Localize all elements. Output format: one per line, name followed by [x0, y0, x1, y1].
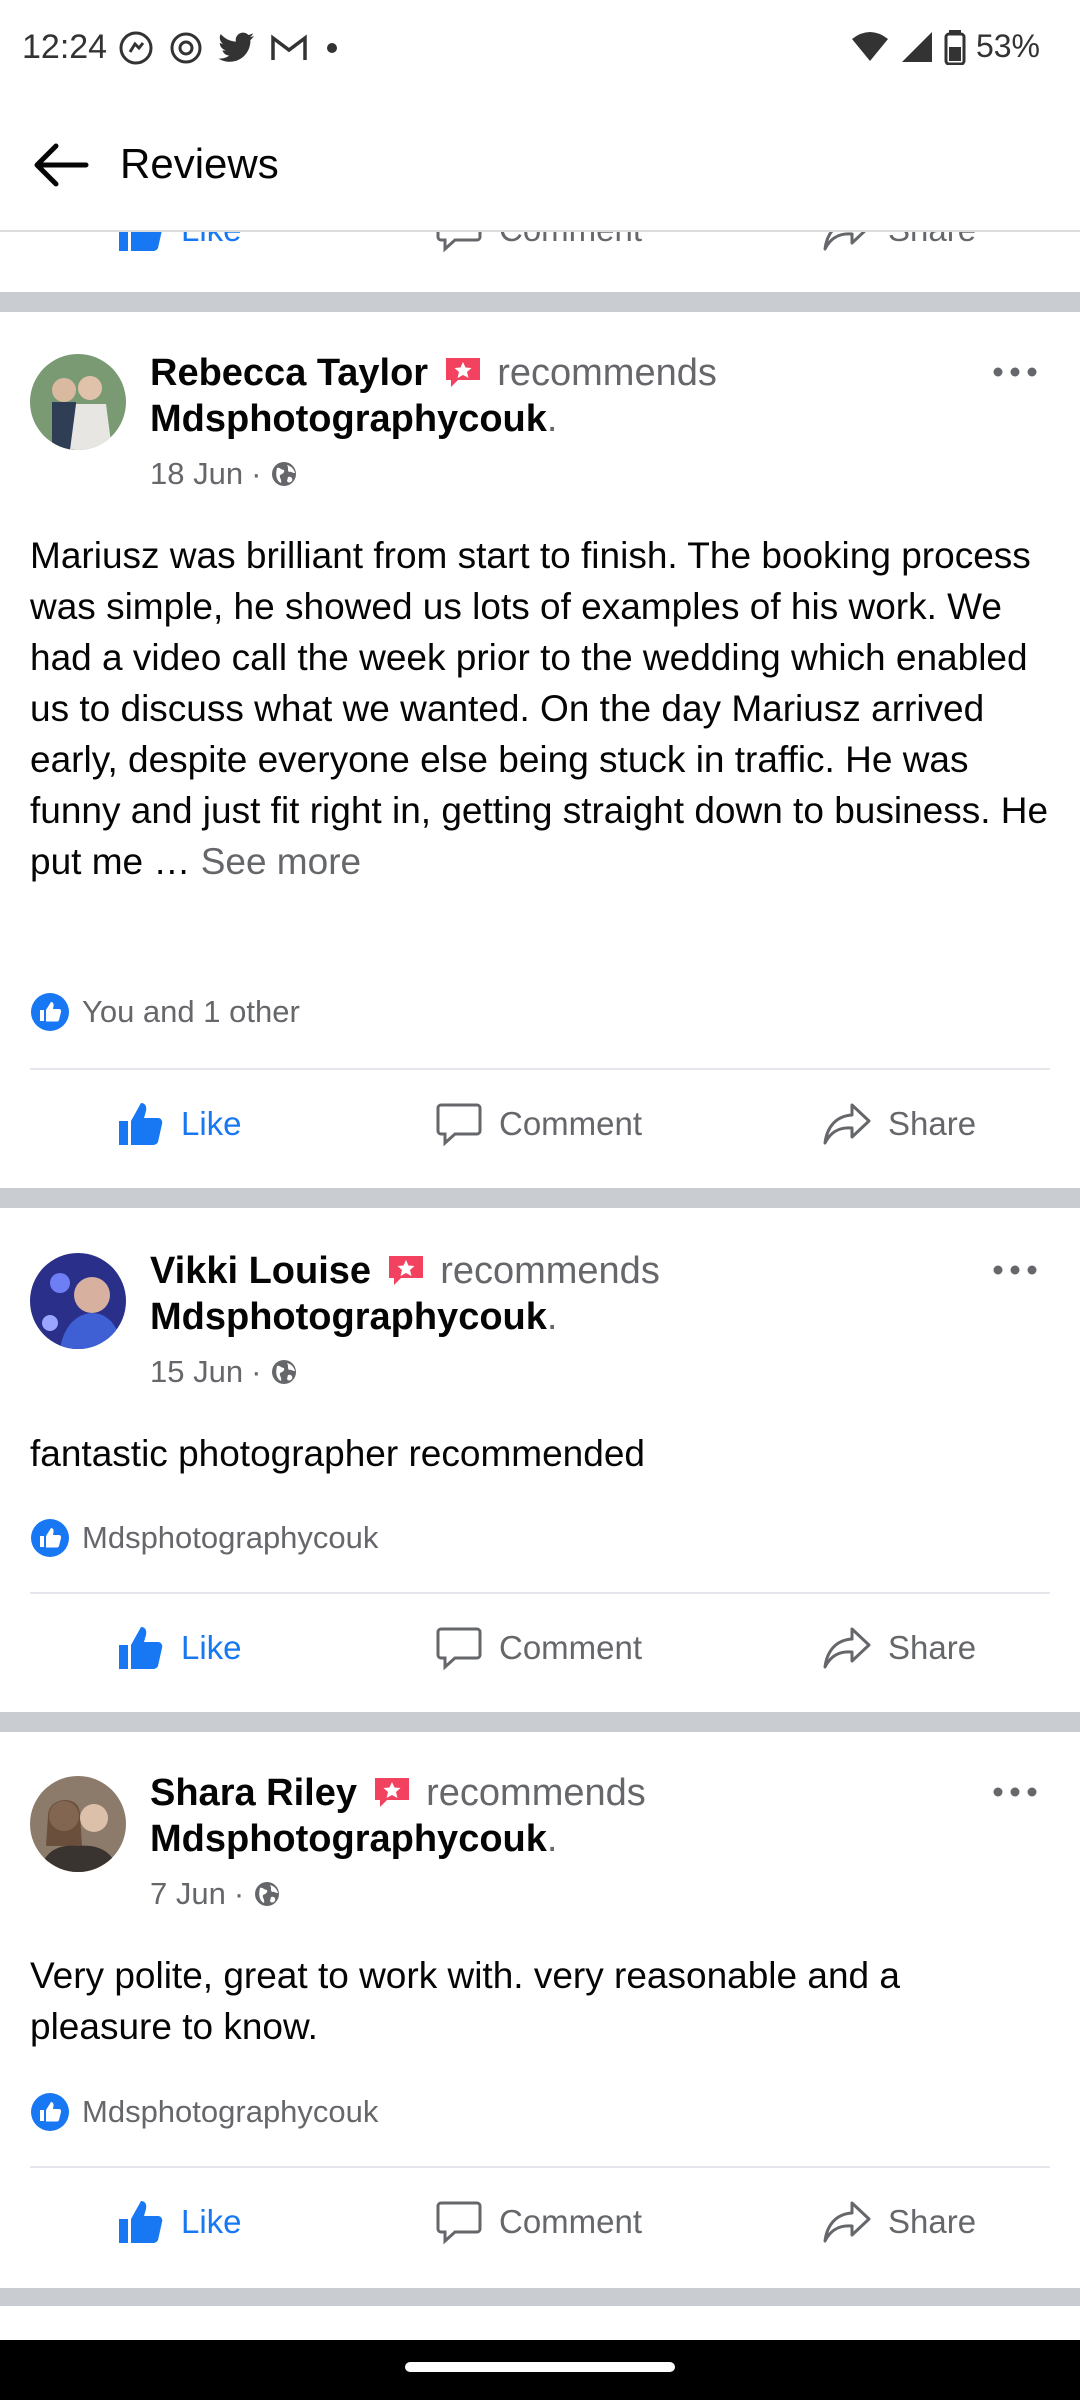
post-actions: Like Comment Share: [0, 1598, 1080, 1698]
review-text: Very polite, great to work with. very re…: [30, 1955, 900, 2047]
recommendation-badge-icon: [445, 358, 480, 387]
more-options-icon[interactable]: [990, 1782, 1040, 1802]
battery-percent: 53%: [975, 28, 1040, 64]
globe-icon: [272, 462, 297, 486]
thumbs-up-icon: [119, 230, 162, 251]
like-reaction-icon: [31, 993, 69, 1031]
author-name[interactable]: Rebecca Taylor: [150, 352, 428, 394]
page-name[interactable]: Mdsphotographycouk: [150, 1296, 547, 1338]
comment-icon: [436, 2201, 482, 2245]
signal-icon: [901, 31, 932, 62]
review-post: Shara Riley recommends Mdsphotographycou…: [0, 1732, 1080, 2288]
author-name[interactable]: Shara Riley: [150, 1772, 357, 1814]
system-nav-bar: [0, 2340, 1080, 2400]
share-icon: [823, 2201, 871, 2243]
thumbs-up-icon: [119, 1627, 163, 1669]
threads-icon: [170, 32, 202, 64]
recommendation-badge-icon: [388, 1256, 423, 1285]
see-more-link[interactable]: See more: [201, 841, 361, 882]
comment-button[interactable]: Comment: [435, 2172, 642, 2272]
page-title: Reviews: [120, 140, 279, 187]
post-divider: [0, 1712, 1080, 1732]
page-name[interactable]: Mdsphotographycouk: [150, 1818, 547, 1860]
post-divider: [0, 292, 1080, 312]
comment-button[interactable]: Comment: [435, 230, 642, 280]
battery-icon: [944, 29, 966, 65]
share-icon: [823, 1103, 871, 1145]
reactions-summary[interactable]: Mdsphotographycouk: [30, 2092, 378, 2132]
comment-icon: [436, 1627, 482, 1671]
post-date: 7 Jun: [150, 1876, 226, 1911]
recommendation-badge-icon: [374, 1778, 409, 1807]
back-arrow-icon[interactable]: [30, 140, 90, 190]
globe-icon: [272, 1360, 297, 1384]
wifi-icon: [851, 31, 888, 61]
reactions-summary[interactable]: Mdsphotographycouk: [30, 1518, 378, 1558]
twitter-icon: [218, 32, 254, 62]
comment-icon: [436, 230, 482, 253]
dot-icon: [327, 43, 337, 53]
post-divider: [0, 2288, 1080, 2306]
post-date: 15 Jun: [150, 1354, 244, 1389]
status-bar: 12:24 53%: [0, 0, 1080, 100]
share-button[interactable]: Share: [822, 1598, 976, 1698]
globe-icon: [255, 1882, 280, 1906]
more-options-icon[interactable]: [990, 1260, 1040, 1280]
avatar[interactable]: [30, 1253, 126, 1349]
comment-button[interactable]: Comment: [435, 1074, 642, 1174]
app-bar: Reviews: [0, 100, 1080, 232]
post-date: 18 Jun: [150, 456, 244, 491]
messenger-icon: [119, 31, 153, 65]
author-name[interactable]: Vikki Louise: [150, 1250, 371, 1292]
post-actions: Like Comment Share: [0, 1074, 1080, 1174]
share-button[interactable]: Share: [822, 2172, 976, 2272]
like-reaction-icon: [31, 1519, 69, 1557]
share-icon: [823, 230, 869, 251]
thumbs-up-icon: [119, 2201, 163, 2243]
avatar[interactable]: [30, 354, 126, 450]
gmail-icon: [271, 34, 307, 60]
review-post: Rebecca Taylor recommends Mdsphotography…: [0, 312, 1080, 1188]
like-button[interactable]: Like: [115, 230, 242, 280]
post-divider: [0, 1188, 1080, 1208]
more-options-icon[interactable]: [990, 362, 1040, 382]
like-reaction-icon: [31, 2093, 69, 2131]
home-gesture-handle[interactable]: [405, 2362, 675, 2372]
like-button[interactable]: Like: [115, 2172, 242, 2272]
review-text: Mariusz was brilliant from start to fini…: [30, 535, 1049, 882]
recommends-text: recommends: [497, 352, 717, 394]
comment-button[interactable]: Comment: [435, 1598, 642, 1698]
review-post: Vikki Louise recommends Mdsphotographyco…: [0, 1208, 1080, 1712]
recommends-text: recommends: [426, 1772, 646, 1814]
review-text: fantastic photographer recommended: [30, 1433, 645, 1474]
comment-icon: [436, 1103, 482, 1147]
page-name[interactable]: Mdsphotographycouk: [150, 398, 547, 440]
reactions-summary[interactable]: You and 1 other: [30, 992, 300, 1032]
previous-post-actions: Like Comment Share: [0, 230, 1080, 292]
like-button[interactable]: Like: [115, 1074, 242, 1174]
recommends-text: recommends: [440, 1250, 660, 1292]
avatar[interactable]: [30, 1776, 126, 1872]
like-button[interactable]: Like: [115, 1598, 242, 1698]
post-actions: Like Comment Share: [0, 2172, 1080, 2272]
share-button[interactable]: Share: [822, 230, 976, 280]
status-time: 12:24: [22, 28, 108, 66]
share-icon: [823, 1627, 871, 1669]
share-button[interactable]: Share: [822, 1074, 976, 1174]
thumbs-up-icon: [119, 1103, 163, 1145]
